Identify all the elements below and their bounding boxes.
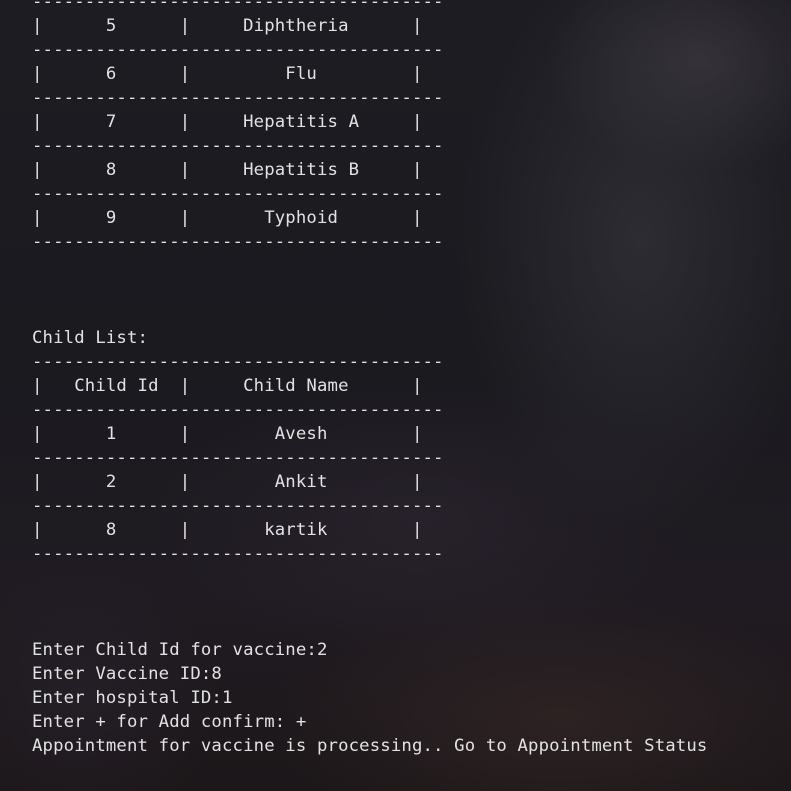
table-separator: --------------------------------------- <box>32 88 444 108</box>
table-separator: --------------------------------------- <box>32 0 444 12</box>
vaccine-row: | 5 | Diphtheria | <box>32 16 423 36</box>
vaccine-row: | 7 | Hepatitis A | <box>32 112 423 132</box>
vaccine-row: | 9 | Typhoid | <box>32 208 423 228</box>
table-separator: --------------------------------------- <box>32 400 444 420</box>
table-separator: --------------------------------------- <box>32 232 444 252</box>
child-row: | 8 | kartik | <box>32 520 423 540</box>
status-message: Appointment for vaccine is processing.. … <box>32 736 708 756</box>
table-separator: --------------------------------------- <box>32 136 444 156</box>
terminal-output[interactable]: --------------------------------------- |… <box>32 0 707 758</box>
table-separator: --------------------------------------- <box>32 40 444 60</box>
table-separator: --------------------------------------- <box>32 448 444 468</box>
child-row: | 1 | Avesh | <box>32 424 423 444</box>
prompt-hospital-id: Enter hospital ID:1 <box>32 688 233 708</box>
child-list-label: Child List: <box>32 328 149 348</box>
child-row: | 2 | Ankit | <box>32 472 423 492</box>
table-separator: --------------------------------------- <box>32 352 444 372</box>
table-separator: --------------------------------------- <box>32 184 444 204</box>
table-separator: --------------------------------------- <box>32 496 444 516</box>
vaccine-row: | 6 | Flu | <box>32 64 423 84</box>
prompt-child-id: Enter Child Id for vaccine:2 <box>32 640 328 660</box>
prompt-vaccine-id: Enter Vaccine ID:8 <box>32 664 222 684</box>
prompt-confirm: Enter + for Add confirm: + <box>32 712 307 732</box>
child-table-header: | Child Id | Child Name | <box>32 376 423 396</box>
vaccine-row: | 8 | Hepatitis B | <box>32 160 423 180</box>
table-separator: --------------------------------------- <box>32 544 444 564</box>
